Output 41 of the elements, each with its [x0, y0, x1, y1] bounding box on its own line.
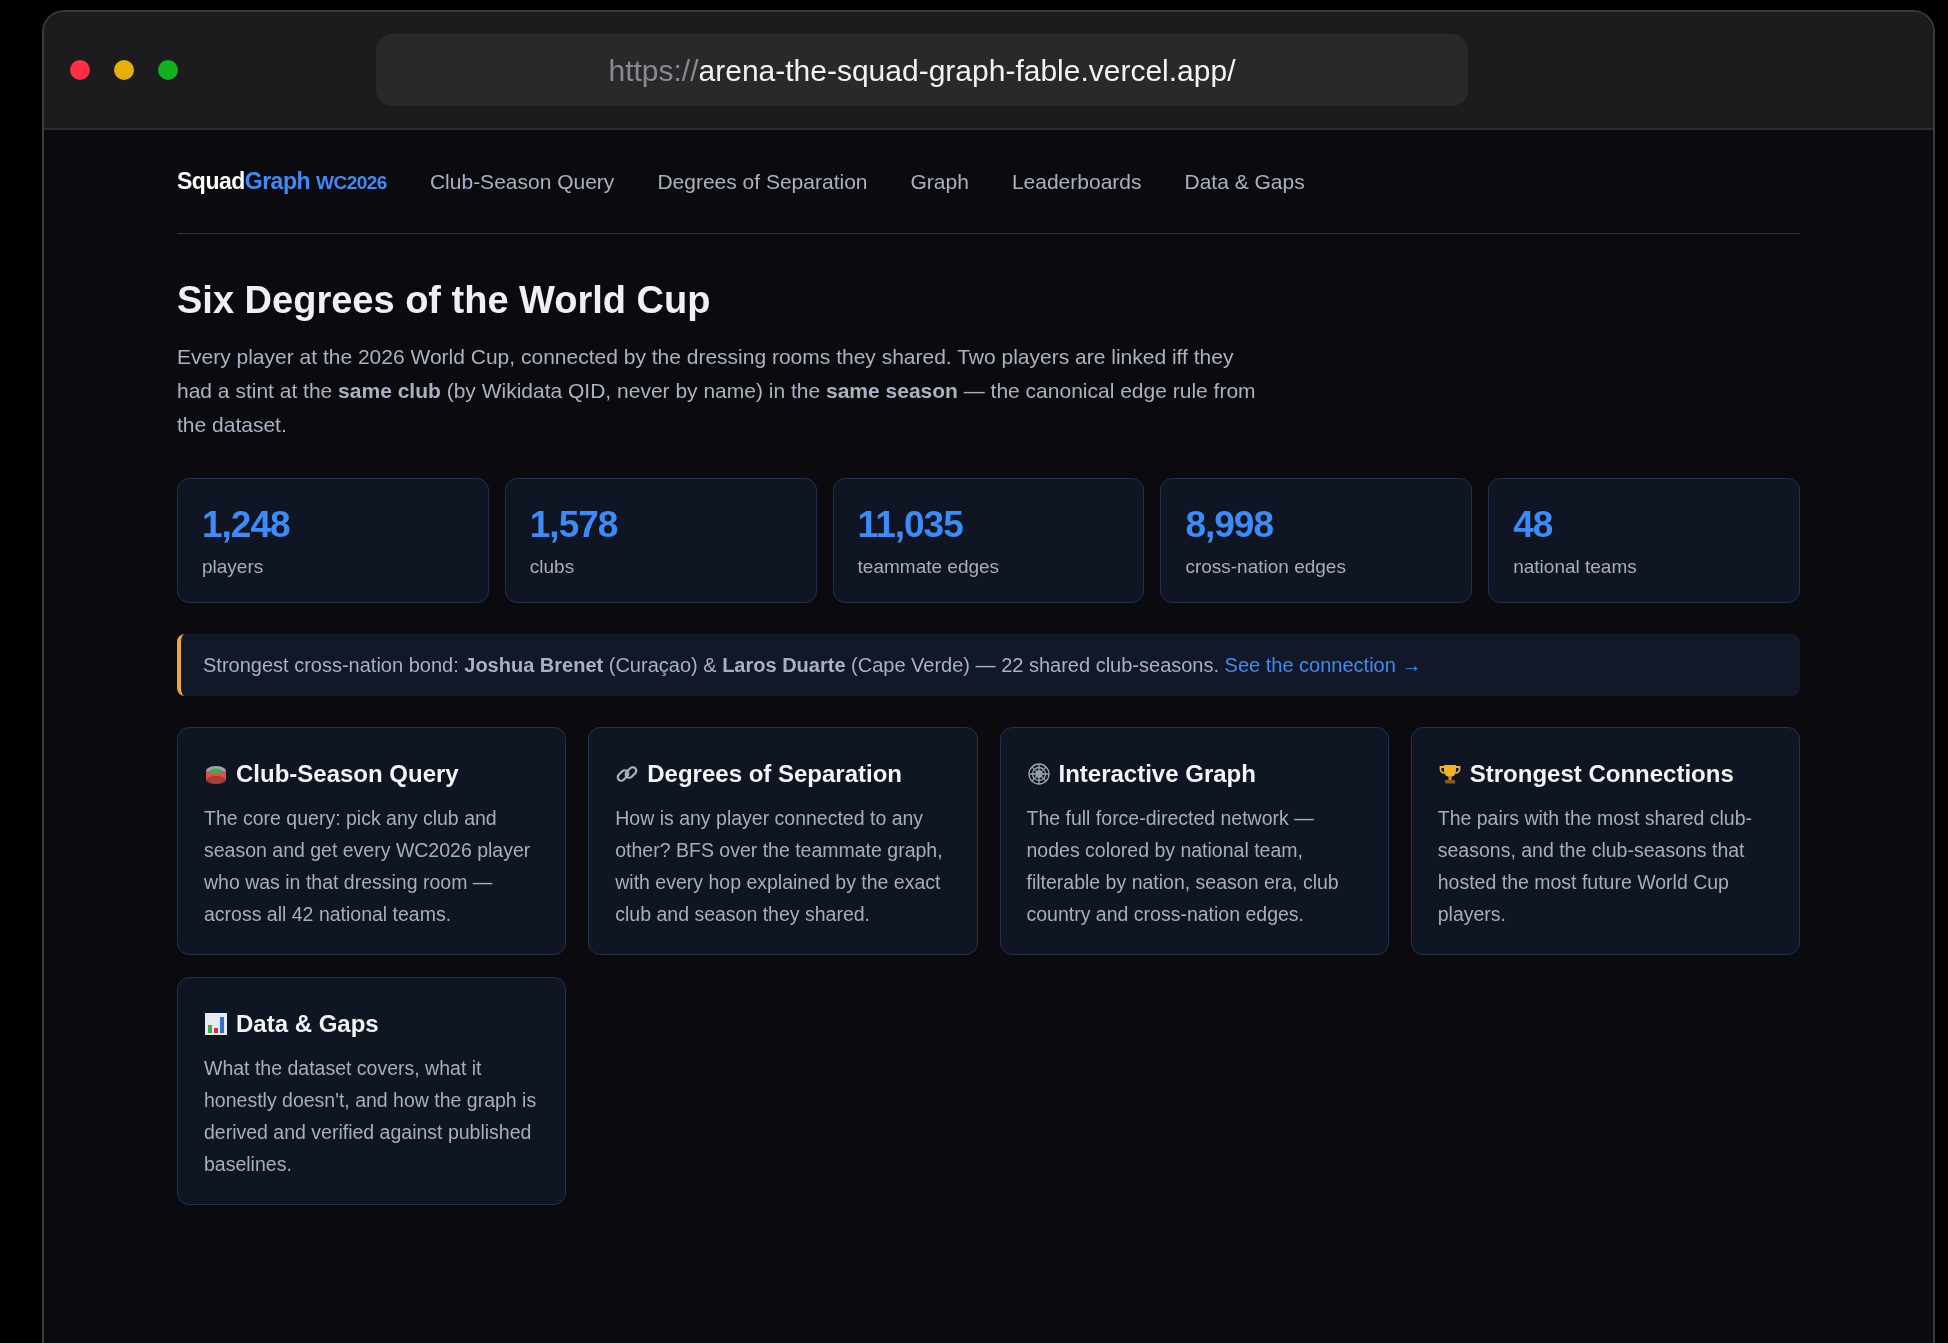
- connection-link[interactable]: See the connection →: [1224, 653, 1422, 676]
- feature-description: The core query: pick any club and season and get every WC2026 player who was in that dressing room — across all 42 national teams.: [204, 805, 532, 927]
- feature-card[interactable]: Interactive Graph The full force-directed network — nodes colored by national team, filterable by nation, season era, club country and cross-nation edges.: [999, 726, 1389, 955]
- feature-description: The pairs with the most shared club-seasons, and the club-seasons that hosted the most future World Cup players.: [1437, 805, 1754, 927]
- nav-link[interactable]: Leaderboards: [1011, 165, 1142, 198]
- maximize-window-dot[interactable]: [158, 60, 178, 80]
- close-window-dot[interactable]: [70, 60, 90, 80]
- address-bar[interactable]: https://arena-the-squad-graph-fable.vercel.app/: [376, 34, 1468, 106]
- stat-value: 48: [1513, 504, 1554, 546]
- stat-label: clubs: [529, 555, 576, 580]
- banner-text: Strongest cross-nation bond: Joshua Brenet (Curaçao) & Laros Duarte (Cape Verde) — 22 shared club-seasons. See the connection →: [203, 652, 1423, 678]
- stat-label: players: [202, 555, 265, 580]
- stat-label: teammate edges: [857, 555, 1001, 580]
- nav-link[interactable]: Club-Season Query: [429, 165, 615, 198]
- minimize-window-dot[interactable]: [114, 60, 134, 80]
- nav-link[interactable]: Graph: [910, 165, 969, 198]
- stat-value: 8,998: [1185, 504, 1274, 546]
- feature-description: How is any player connected to any other? BFS over the teammate graph, with every hop explained by the exact club and season they shared.: [615, 805, 944, 927]
- stat-label: national teams: [1513, 555, 1638, 580]
- nav-link[interactable]: Degrees of Separation: [657, 165, 868, 198]
- feature-title: Club-Season Query: [236, 758, 459, 789]
- feature-title: Interactive Graph: [1058, 758, 1256, 789]
- feature-card[interactable]: Degrees of Separation How is any player connected to any other? BFS over the teammate graph, with every hop explained by the exact club and season they shared.: [588, 726, 978, 955]
- feature-description: What the dataset covers, what it honestly doesn't, and how the graph is derived and verified against published baselines.: [204, 1055, 538, 1177]
- stat-value: 1,578: [529, 504, 619, 546]
- stat-label: cross-nation edges: [1185, 555, 1347, 580]
- feature-card[interactable]: Data & Gaps What the dataset covers, what it honestly doesn't, and how the graph is derived and verified against published baselines.: [177, 976, 567, 1205]
- site-logo[interactable]: SquadGraph WC2026: [177, 164, 387, 199]
- bar-chart-icon: [204, 1011, 228, 1036]
- feature-title: Degrees of Separation: [647, 758, 902, 789]
- page-title: Six Degrees of the World Cup: [177, 278, 712, 323]
- stat-value: 11,035: [857, 504, 964, 546]
- intro-paragraph: Every player at the 2026 World Cup, connected by the dressing rooms they shared. Two players are linked iff they had a stint at the same club (by Wikidata QID, never by name) in the same season — the canonical edge rule from the dataset.: [177, 343, 1257, 438]
- nav-link[interactable]: Data & Gaps: [1184, 165, 1305, 198]
- stat-value: 1,248: [202, 504, 291, 546]
- feature-description: The full force-directed network — nodes colored by national team, filterable by nation, season era, club country and cross-nation edges.: [1026, 805, 1340, 927]
- spider-web-icon: [1026, 761, 1051, 786]
- feature-title: Data & Gaps: [236, 1008, 379, 1039]
- feature-card[interactable]: Strongest Connections The pairs with the most shared club-seasons, and the club-seasons that hosted the most future World Cup players.: [1410, 726, 1800, 955]
- feature-title: Strongest Connections: [1469, 758, 1734, 789]
- feature-card[interactable]: Club-Season Query The core query: pick any club and season and get every WC2026 player who was in that dressing room — across all 42 national teams.: [177, 726, 567, 955]
